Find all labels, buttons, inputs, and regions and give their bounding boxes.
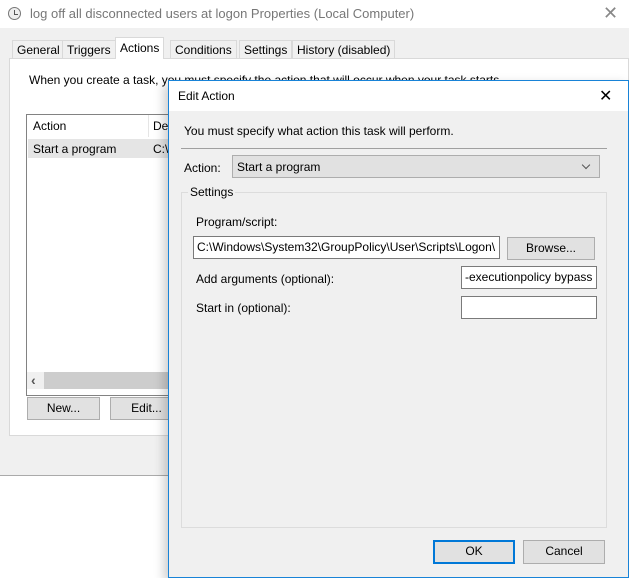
clock-icon xyxy=(8,7,21,20)
ok-button[interactable]: OK xyxy=(433,540,515,564)
edit-action-dialog: Edit Action ✕ You must specify what acti… xyxy=(168,80,629,578)
row-action: Start a program xyxy=(33,142,117,156)
arguments-label: Add arguments (optional): xyxy=(196,272,335,286)
dialog-title: Edit Action xyxy=(178,89,235,103)
tab-conditions[interactable]: Conditions xyxy=(170,40,237,59)
program-label: Program/script: xyxy=(196,215,278,229)
scroll-left-icon[interactable]: ‹ xyxy=(31,372,36,388)
arguments-input[interactable]: -executionpolicy bypass xyxy=(461,266,597,289)
dialog-title-bar: Edit Action ✕ xyxy=(169,81,628,111)
row-details: C:\ xyxy=(153,142,169,156)
window-title: log off all disconnected users at logon … xyxy=(30,6,415,21)
table-row[interactable]: Start a program C:\ xyxy=(28,139,175,158)
settings-group-label: Settings xyxy=(188,185,236,199)
new-button[interactable]: New... xyxy=(27,397,100,420)
title-bar: log off all disconnected users at logon … xyxy=(0,0,629,28)
actions-list[interactable]: Action De Start a program C:\ ‹ xyxy=(26,114,176,396)
program-input[interactable]: C:\Windows\System32\GroupPolicy\User\Scr… xyxy=(193,236,500,259)
start-in-input[interactable] xyxy=(461,296,597,319)
tab-history[interactable]: History (disabled) xyxy=(292,40,396,59)
close-icon[interactable]: ✕ xyxy=(603,3,618,24)
tab-general[interactable]: General xyxy=(12,40,65,59)
browse-button[interactable]: Browse... xyxy=(507,237,595,260)
tab-actions[interactable]: Actions xyxy=(115,37,165,59)
tab-triggers[interactable]: Triggers xyxy=(62,40,116,59)
horizontal-scrollbar[interactable]: ‹ xyxy=(27,372,175,389)
close-icon[interactable]: ✕ xyxy=(599,86,612,106)
separator xyxy=(181,148,607,149)
start-in-label: Start in (optional): xyxy=(196,301,291,315)
action-label: Action: xyxy=(184,161,221,175)
column-header-action[interactable]: Action xyxy=(27,115,149,137)
tab-settings[interactable]: Settings xyxy=(239,40,293,59)
scrollbar-thumb[interactable] xyxy=(44,372,175,389)
chevron-down-icon xyxy=(581,160,591,170)
action-select-value: Start a program xyxy=(237,160,321,174)
action-select[interactable]: Start a program xyxy=(232,155,600,178)
instruction-text: You must specify what action this task w… xyxy=(184,124,454,138)
cancel-button[interactable]: Cancel xyxy=(523,540,605,564)
